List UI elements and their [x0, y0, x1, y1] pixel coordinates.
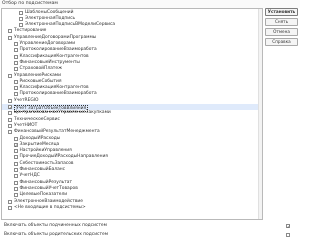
- tree-row-checkbox[interactable]: [13, 42, 18, 46]
- tree-row-label: ФинансовыйРезультат: [19, 179, 73, 185]
- tree-row[interactable]: УчетНДС: [2, 173, 259, 179]
- tree-row-checkbox[interactable]: [8, 73, 12, 78]
- tree-row-label: Тестирование: [14, 28, 47, 34]
- tree-row[interactable]: Тестирование: [2, 28, 259, 34]
- tree-row-checkbox[interactable]: [13, 54, 18, 59]
- tree-row[interactable]: ФинансовыйБаланс: [2, 167, 259, 173]
- tree-row-label: ЦентрализованноеУправлениеЗакупками: [14, 110, 111, 116]
- tree-row[interactable]: УправлениеРисками: [2, 73, 259, 79]
- tree-row[interactable]: ПротоколированиеВзаиморабота: [2, 91, 259, 97]
- tree-row-label: ЗакрытиеМесяца: [19, 141, 60, 147]
- cancel-button[interactable]: Отмена: [265, 28, 298, 36]
- tree-row[interactable]: СебестоимостьЗапасов: [2, 161, 259, 167]
- tree-row-label: ЭлектроннаяПодпись: [25, 15, 76, 21]
- include-child-subsystems-label: Включать объекты подчиненных подсистем: [4, 223, 107, 228]
- tree-row-label: УправлениеРисками: [14, 72, 61, 78]
- include-child-subsystems-checkbox[interactable]: [286, 223, 290, 228]
- tree-row[interactable]: ДоходыИРасходы: [2, 136, 259, 142]
- tree-row-label: ФинансовыйРезультатМенеджмента: [14, 129, 100, 135]
- tree-row-checkbox[interactable]: [13, 79, 18, 84]
- tree-row-checkbox[interactable]: [8, 98, 12, 103]
- help-button[interactable]: Справка: [265, 38, 298, 46]
- tree-row-checkbox[interactable]: [8, 130, 12, 135]
- tree-row[interactable]: УправлениеДоговорамиПрограммы: [2, 35, 259, 41]
- tree-row-checkbox[interactable]: [13, 86, 18, 91]
- tree-row-label: ПротоколированиеВзаиморабота: [19, 47, 97, 53]
- tree-row[interactable]: УчетНИОТ: [2, 123, 259, 129]
- tree-row-label: ТехническоеСервис: [14, 116, 60, 122]
- tree-row-label: ПрочиеДоходыИРасходыНаправления: [19, 154, 108, 160]
- tree-row[interactable]: ЭлектронноеВзаимодействие: [2, 199, 259, 205]
- tree-row[interactable]: ЦентрализованноеУправлениеЗакупками: [2, 110, 259, 116]
- tree-row-label: ДоходыИРасходы: [19, 135, 61, 141]
- tree-row-checkbox[interactable]: [19, 23, 23, 28]
- tree-row[interactable]: ПротоколированиеВзаиморабота: [2, 47, 259, 53]
- tree-row-label: ЭлектронноеВзаимодействие: [14, 198, 83, 204]
- tree-row-label: РисковыеСобытия: [19, 78, 62, 84]
- tree-row[interactable]: ФинансовыйУчетТоваров: [2, 186, 259, 192]
- tree-row-label: ФинансовыйУчетТоваров: [19, 185, 78, 191]
- tree-row[interactable]: ЦелевыеПоказатели: [2, 192, 259, 198]
- tree-row[interactable]: ЭлектроннаяПодпись: [2, 16, 259, 22]
- tree-row[interactable]: УчетREGIO: [2, 98, 259, 104]
- tree-row-label: УчетREGIO: [14, 97, 39, 103]
- include-parent-subsystems-option[interactable]: Включать объекты родительских подсистем: [2, 231, 298, 238]
- tree-row-label: УправлениеДоговорамиПрограммы: [14, 34, 97, 40]
- tree-row-checkbox[interactable]: [13, 149, 18, 154]
- tree-row-checkbox[interactable]: [13, 60, 18, 65]
- tree-row-checkbox[interactable]: [13, 174, 18, 179]
- tree-row[interactable]: СтраховойПлатеж: [2, 66, 259, 72]
- tree-row-checkbox[interactable]: [13, 180, 18, 185]
- tree-row[interactable]: КлассификацияКонтрагентов: [2, 54, 259, 60]
- set-button[interactable]: Установить: [265, 8, 298, 16]
- tree-row-checkbox[interactable]: [13, 161, 18, 166]
- tree-scrollbar[interactable]: [258, 9, 262, 219]
- tree-row-checkbox[interactable]: [8, 199, 12, 204]
- tree-row-checkbox[interactable]: [13, 136, 18, 141]
- tree-row-checkbox[interactable]: [13, 193, 18, 198]
- tree-row-label: УчетНДС: [19, 173, 40, 179]
- tree-row-checkbox[interactable]: [13, 168, 18, 172]
- tree-row-label: <Не входящие в подсистемы>: [14, 204, 86, 210]
- tree-row[interactable]: ФинансовыйРезультатМенеджмента: [2, 129, 259, 135]
- tree-row-label: СебестоимостьЗапасов: [19, 160, 74, 166]
- tree-row-label: УчетНИОТ: [14, 122, 38, 128]
- include-child-subsystems-option[interactable]: Включать объекты подчиненных подсистем: [2, 222, 298, 229]
- tree-row-label: КлассификацияКонтрагентов: [19, 53, 89, 59]
- tree-row[interactable]: РисковыеСобытия: [2, 79, 259, 85]
- tree-row-checkbox[interactable]: [13, 48, 18, 53]
- subsystem-filter-window: Отбор по подсистемам ШаблоныСообщений Эле…: [0, 0, 300, 244]
- tree-row-label: ЦелевыеПоказатели: [19, 192, 68, 198]
- tree-row[interactable]: <Не входящие в подсистемы>: [2, 205, 259, 211]
- tree-row-label: СтраховойПлатеж: [19, 66, 63, 72]
- window-title: Отбор по подсистемам: [0, 0, 300, 8]
- include-parent-subsystems-checkbox[interactable]: [286, 232, 290, 237]
- tree-row-checkbox[interactable]: [8, 105, 12, 109]
- tree-row-checkbox[interactable]: [13, 155, 18, 160]
- tree-row-label: ФинансовыеИнструменты: [19, 59, 80, 65]
- tree-row-label: ШаблоныСообщений: [25, 9, 74, 15]
- tree-row-checkbox[interactable]: [8, 205, 12, 210]
- tree-row-checkbox[interactable]: [13, 186, 18, 191]
- tree-row-checkbox[interactable]: [8, 29, 12, 34]
- subsystem-tree[interactable]: ШаблоныСообщений ЭлектроннаяПодпись Электр…: [1, 8, 263, 220]
- tree-row[interactable]: ТехническоеСервис: [2, 117, 259, 123]
- tree-row-checkbox[interactable]: [19, 10, 23, 15]
- tree-row-checkbox[interactable]: [8, 35, 12, 40]
- tree-row-checkbox[interactable]: [13, 142, 18, 147]
- uncheck-button[interactable]: Снять: [265, 18, 298, 26]
- tree-row-checkbox[interactable]: [8, 111, 12, 116]
- tree-row[interactable]: ШаблоныСообщений: [2, 10, 259, 16]
- tree-row-checkbox[interactable]: [8, 123, 12, 128]
- tree-row-checkbox[interactable]: [8, 117, 12, 122]
- include-parent-subsystems-label: Включать объекты родительских подсистем: [4, 232, 109, 237]
- tree-row-label: ПротоколированиеВзаиморабота: [19, 91, 97, 97]
- tree-row-checkbox[interactable]: [13, 67, 18, 72]
- tree-row-checkbox[interactable]: [19, 16, 23, 21]
- tree-row[interactable]: ФинансовыеИнструменты: [2, 60, 259, 66]
- tree-row-checkbox[interactable]: [13, 92, 18, 97]
- tree-row[interactable]: ЗакрытиеМесяца: [2, 142, 259, 148]
- tree-row[interactable]: ПрочиеДоходыИРасходыНаправления: [2, 154, 259, 160]
- tree-row[interactable]: ФинансовыйРезультат: [2, 180, 259, 186]
